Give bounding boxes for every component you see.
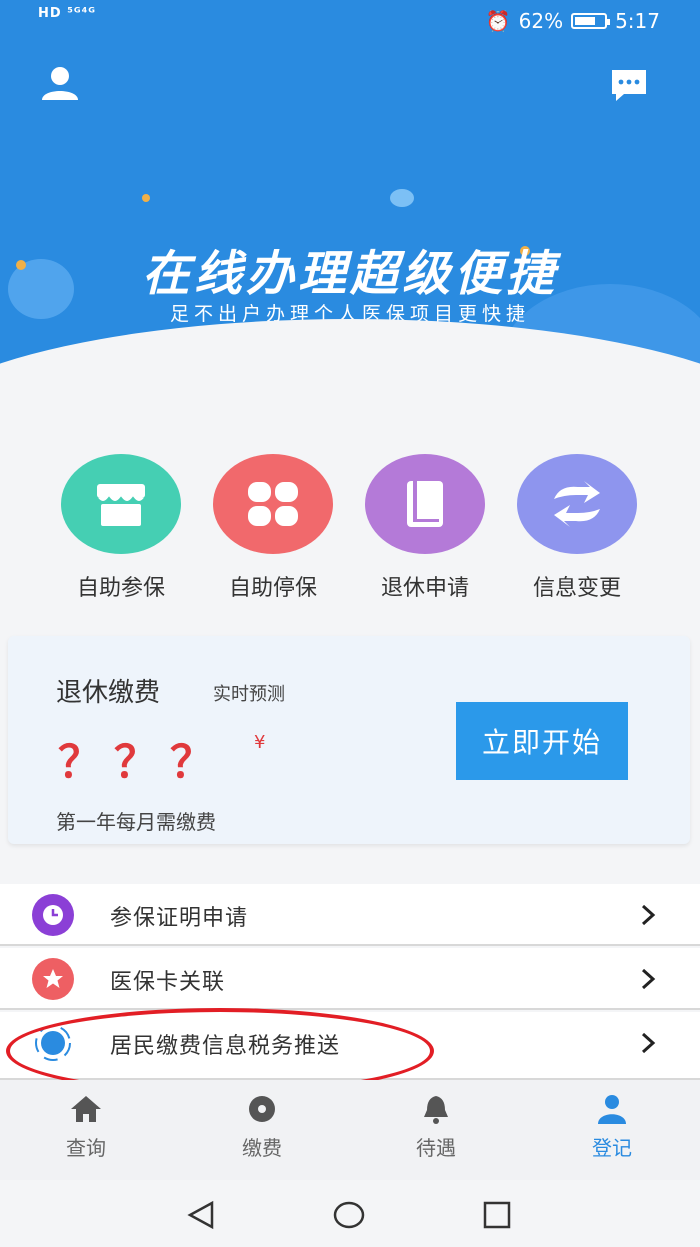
card-note: 第一年每月需缴费 xyxy=(56,810,216,834)
list-item-card-link[interactable]: 医保卡关联 xyxy=(0,948,700,1010)
exchange-icon xyxy=(517,454,637,554)
tab-label: 待遇 xyxy=(416,1136,456,1160)
alarm-icon: ⏰ xyxy=(485,9,511,33)
battery-icon xyxy=(571,13,611,29)
bell-icon xyxy=(424,1096,448,1124)
store-icon xyxy=(61,454,181,554)
back-icon[interactable] xyxy=(186,1200,216,1230)
chevron-right-icon xyxy=(641,904,656,926)
list-item-insurance-proof[interactable]: 参保证明申请 xyxy=(0,884,700,946)
system-nav-bar xyxy=(0,1180,700,1247)
chevron-right-icon xyxy=(641,1032,656,1054)
tab-payment[interactable]: 缴费 xyxy=(202,1094,322,1161)
bottom-nav: 查询 缴费 待遇 登记 xyxy=(0,1080,700,1180)
profile-icon[interactable] xyxy=(40,66,80,100)
card-subtitle: 实时预测 xyxy=(213,684,285,705)
action-retire-apply[interactable]: 退休申请 xyxy=(360,454,490,602)
clock-icon xyxy=(32,894,74,936)
home-circle-icon[interactable] xyxy=(332,1200,366,1230)
message-icon[interactable] xyxy=(610,68,648,102)
status-signal-text: HD ⁵ᴳ⁴ᴳ xyxy=(38,6,97,21)
action-self-stop[interactable]: 自助停保 xyxy=(208,454,338,602)
action-label: 退休申请 xyxy=(380,576,469,601)
clock-time: 5:17 xyxy=(615,9,660,33)
status-bar: HD ⁵ᴳ⁴ᴳ ⏰ 62% 5:17 xyxy=(0,0,700,44)
card-currency: ¥ xyxy=(254,732,266,753)
retirement-payment-card: 退休缴费 实时预测 ？？？ ¥ 第一年每月需缴费 立即开始 xyxy=(8,636,690,844)
list-item-label: 参保证明申请 xyxy=(110,906,249,931)
tab-label: 登记 xyxy=(592,1136,632,1160)
banner-title: 在线办理超级便捷 xyxy=(141,246,558,302)
recent-apps-icon[interactable] xyxy=(482,1200,512,1230)
battery-percent: 62% xyxy=(518,9,564,33)
tab-query[interactable]: 查询 xyxy=(26,1094,146,1161)
start-button[interactable]: 立即开始 xyxy=(456,702,628,780)
action-label: 自助参保 xyxy=(76,576,165,601)
action-label: 信息变更 xyxy=(532,576,621,601)
action-info-change[interactable]: 信息变更 xyxy=(512,454,642,602)
list-item-label: 医保卡关联 xyxy=(110,970,226,995)
action-label: 自助停保 xyxy=(228,576,317,601)
tab-label: 缴费 xyxy=(242,1136,282,1160)
person-icon xyxy=(598,1095,626,1124)
disc-icon xyxy=(249,1096,275,1122)
tab-label: 查询 xyxy=(66,1136,106,1160)
card-value: ？？？ xyxy=(58,737,226,788)
tab-benefits[interactable]: 待遇 xyxy=(376,1094,496,1161)
tab-register[interactable]: 登记 xyxy=(552,1094,672,1161)
status-right: ⏰ 62% 5:17 xyxy=(486,9,660,33)
chevron-right-icon xyxy=(641,968,656,990)
star-icon xyxy=(32,958,74,1000)
home-icon xyxy=(71,1096,101,1122)
card-title: 退休缴费 xyxy=(56,678,161,708)
action-self-enroll[interactable]: 自助参保 xyxy=(56,454,186,602)
hero-banner: 在线办理超级便捷 足不出户办理个人医保项目更快捷 xyxy=(0,44,700,384)
grid-petals-icon xyxy=(213,454,333,554)
book-icon xyxy=(365,454,485,554)
